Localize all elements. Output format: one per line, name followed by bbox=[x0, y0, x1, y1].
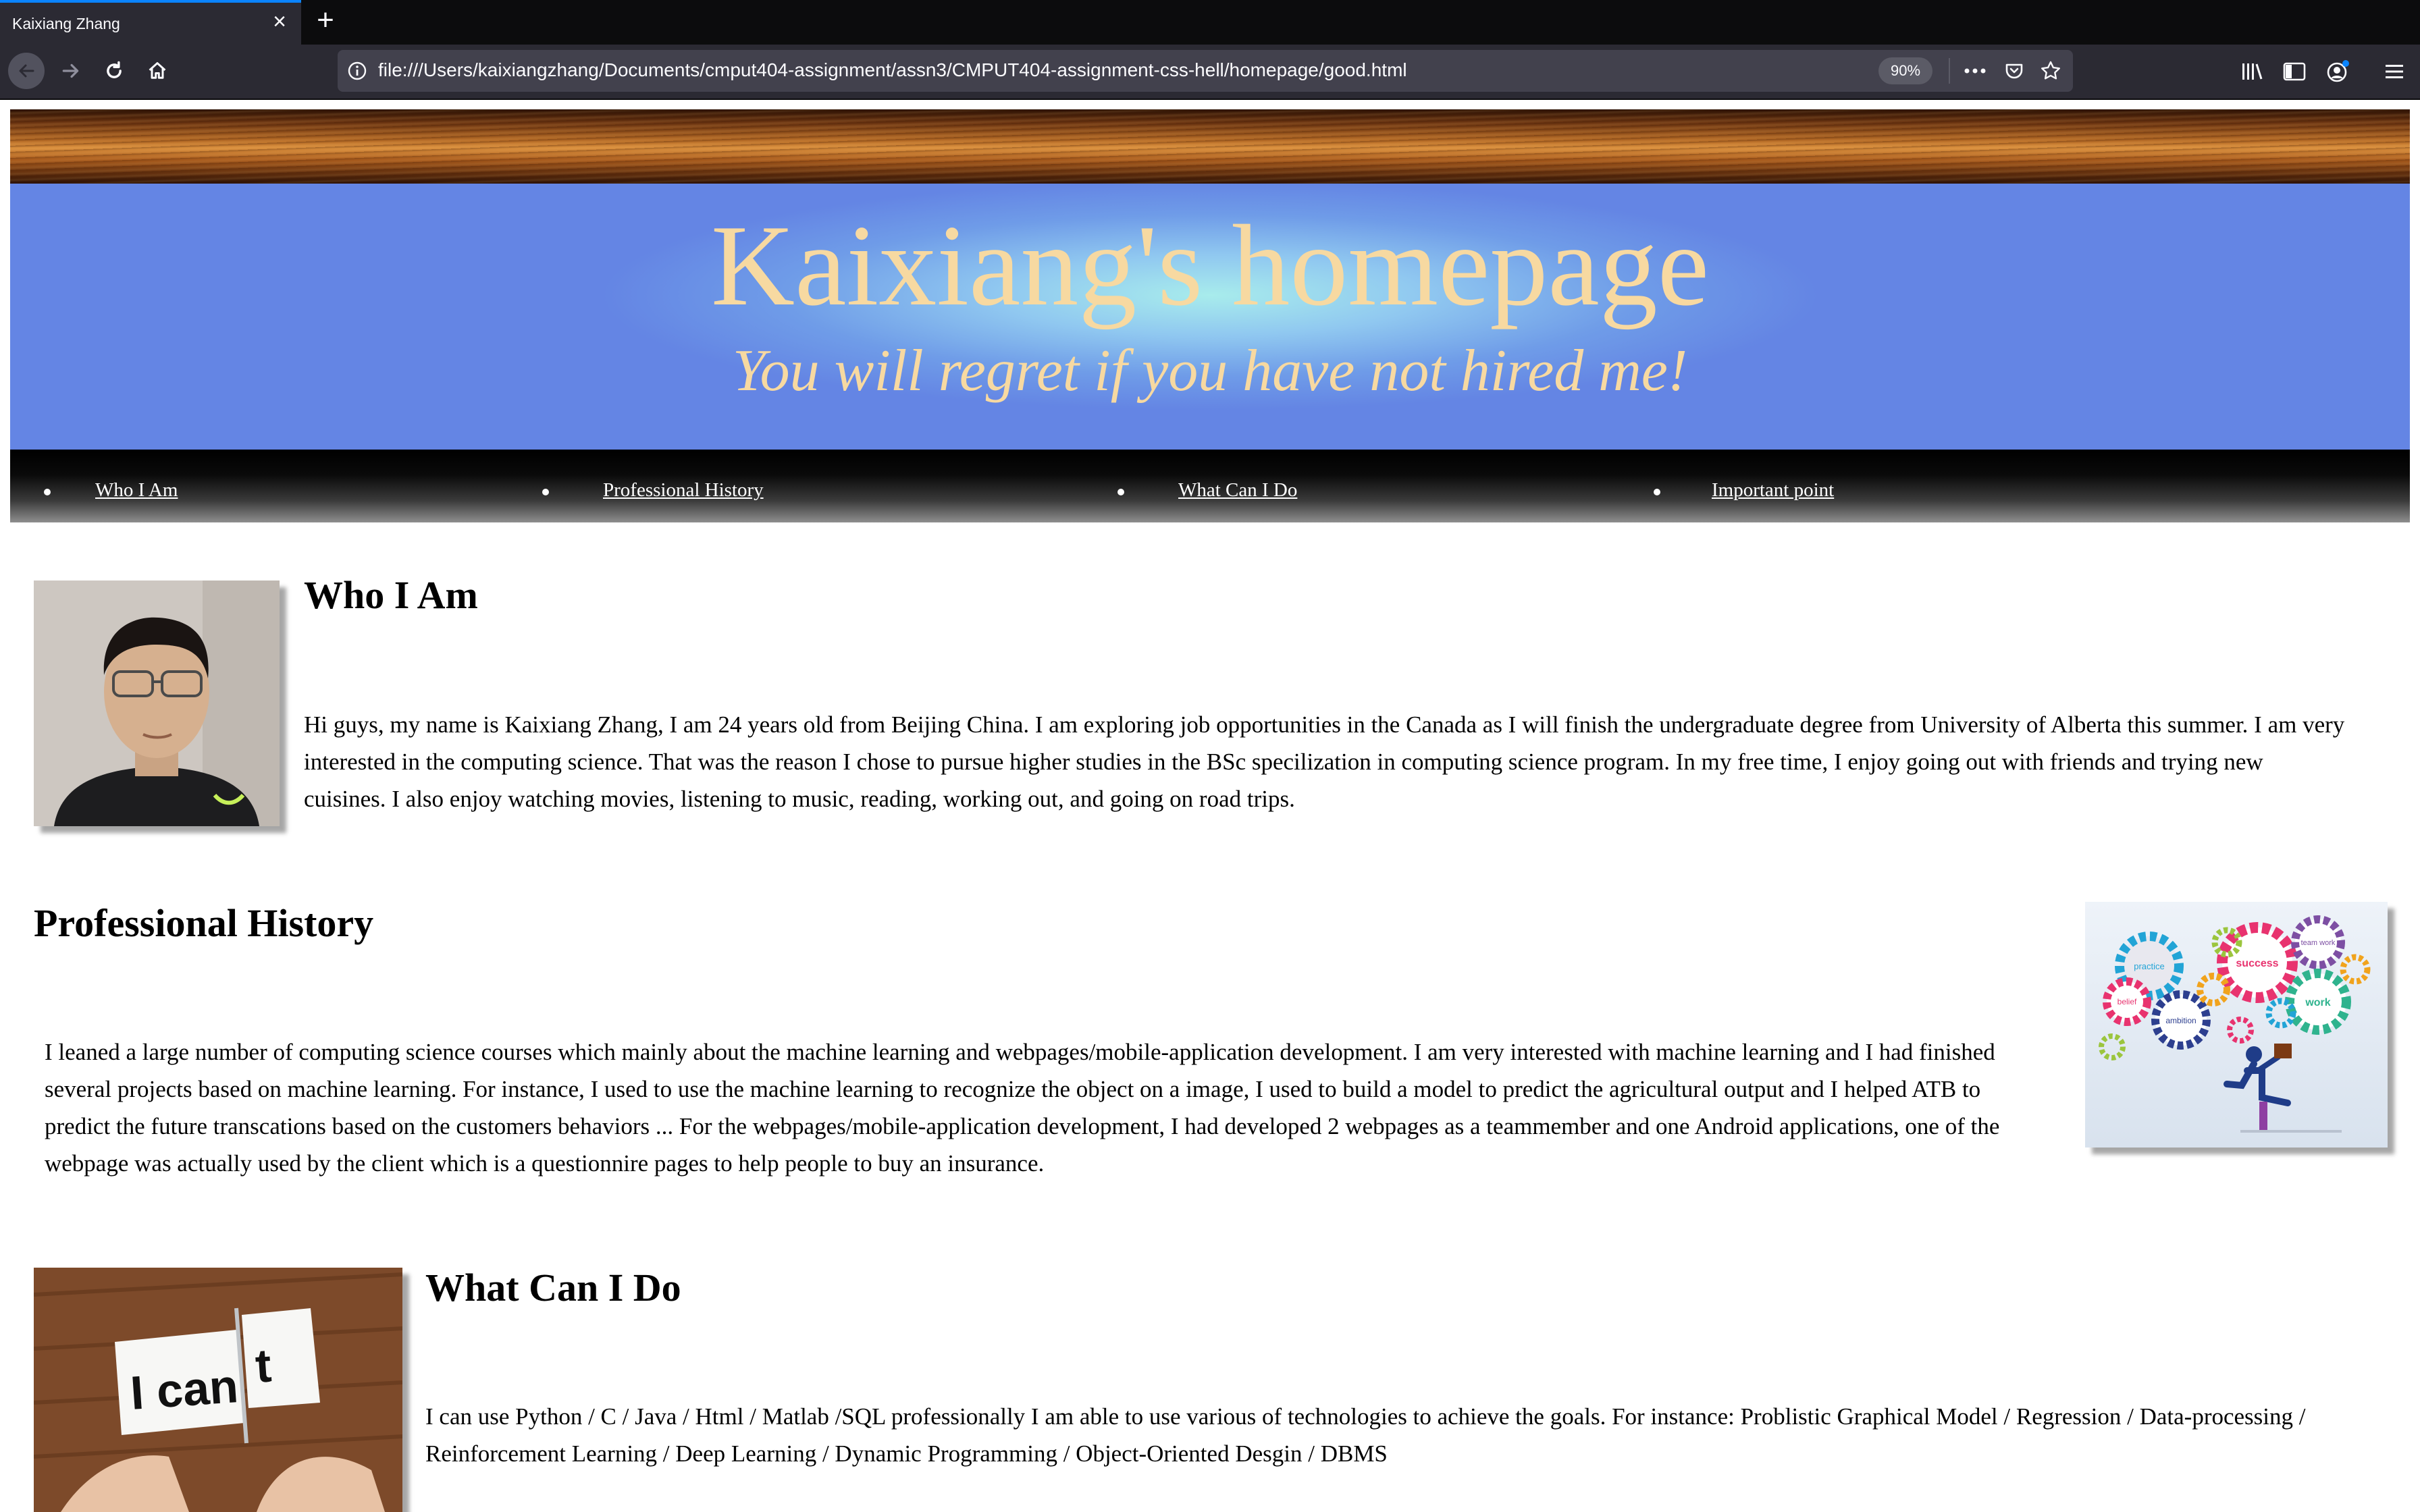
url-text[interactable]: file:///Users/kaixiangzhang/Documents/cm… bbox=[378, 59, 1407, 81]
section-text-who-i-am: Hi guys, my name is Kaixiang Zhang, I am… bbox=[304, 711, 2345, 812]
browser-tab[interactable]: Kaixiang Zhang × bbox=[0, 0, 301, 45]
gear-word-work: work bbox=[2305, 997, 2330, 1008]
new-tab-icon[interactable]: + bbox=[311, 5, 340, 35]
bullet-icon bbox=[1117, 489, 1124, 495]
bookmark-star-icon[interactable] bbox=[2039, 59, 2062, 82]
pocket-icon[interactable] bbox=[2003, 59, 2026, 82]
gear-word-ambition: ambition bbox=[2165, 1016, 2196, 1025]
wood-header-strip bbox=[10, 109, 2410, 184]
gear-word-success: success bbox=[2236, 958, 2278, 969]
section-heading-professional-history: Professional History bbox=[34, 901, 374, 945]
portrait-photo bbox=[34, 580, 280, 826]
library-icon[interactable] bbox=[2238, 57, 2267, 86]
account-icon[interactable] bbox=[2323, 57, 2352, 86]
address-bar[interactable]: file:///Users/kaixiangzhang/Documents/cm… bbox=[338, 50, 2073, 92]
home-icon bbox=[149, 62, 166, 79]
section-heading-what-can-i-do: What Can I Do bbox=[425, 1266, 681, 1310]
site-nav-menu: Who I Am Professional History What Can I… bbox=[10, 450, 2410, 522]
forward-button[interactable] bbox=[50, 50, 92, 92]
bullet-icon bbox=[542, 489, 549, 495]
banner: Kaixiang's homepage You will regret if y… bbox=[10, 184, 2410, 450]
banner-title: Kaixiang's homepage bbox=[710, 202, 1710, 330]
reload-button[interactable] bbox=[93, 50, 135, 92]
nav-link-important-point[interactable]: Important point bbox=[1712, 479, 1834, 502]
back-icon bbox=[8, 53, 45, 89]
back-button[interactable] bbox=[5, 50, 47, 92]
section-heading-who-i-am: Who I Am bbox=[304, 573, 478, 617]
section-text-professional-history: I leaned a large number of computing sci… bbox=[45, 1039, 2000, 1177]
nav-link-who-i-am[interactable]: Who I Am bbox=[95, 479, 178, 502]
nav-link-what-can-i-do[interactable]: What Can I Do bbox=[1178, 479, 1297, 502]
bullet-icon bbox=[1654, 489, 1660, 495]
bullet-icon bbox=[44, 489, 51, 495]
section-text-what-can-i-do: I can use Python / C / Java / Html / Mat… bbox=[425, 1403, 2306, 1467]
i-cant-photo: I can t bbox=[34, 1268, 402, 1512]
gear-word-team-work: team work bbox=[2301, 939, 2336, 947]
gear-word-belief: belief bbox=[2118, 997, 2137, 1006]
navigation-toolbar: file:///Users/kaixiangzhang/Documents/cm… bbox=[0, 45, 2420, 100]
home-button[interactable] bbox=[136, 50, 178, 92]
divider bbox=[1949, 58, 1950, 84]
image-text-i-can: I can bbox=[129, 1359, 240, 1420]
page-viewport: Kaixiang's homepage You will regret if y… bbox=[0, 100, 2420, 1512]
gear-word-practice: practice bbox=[2134, 961, 2165, 971]
nav-link-professional-history[interactable]: Professional History bbox=[603, 479, 764, 502]
info-icon[interactable] bbox=[347, 61, 367, 81]
sidebar-icon[interactable] bbox=[2280, 57, 2309, 86]
forward-icon bbox=[62, 63, 79, 78]
tab-title: Kaixiang Zhang bbox=[12, 15, 120, 32]
gears-illustration: practice success team work belief ambiti… bbox=[2085, 902, 2388, 1148]
page-actions-icon[interactable] bbox=[1964, 59, 1987, 82]
hamburger-menu-icon[interactable] bbox=[2379, 57, 2409, 86]
tab-bar: Kaixiang Zhang × + bbox=[0, 0, 2420, 45]
banner-subtitle: You will regret if you have not hired me… bbox=[732, 338, 1688, 404]
zoom-level-badge[interactable]: 90% bbox=[1878, 57, 1932, 84]
reload-icon bbox=[107, 61, 122, 78]
close-tab-icon[interactable]: × bbox=[267, 9, 292, 34]
